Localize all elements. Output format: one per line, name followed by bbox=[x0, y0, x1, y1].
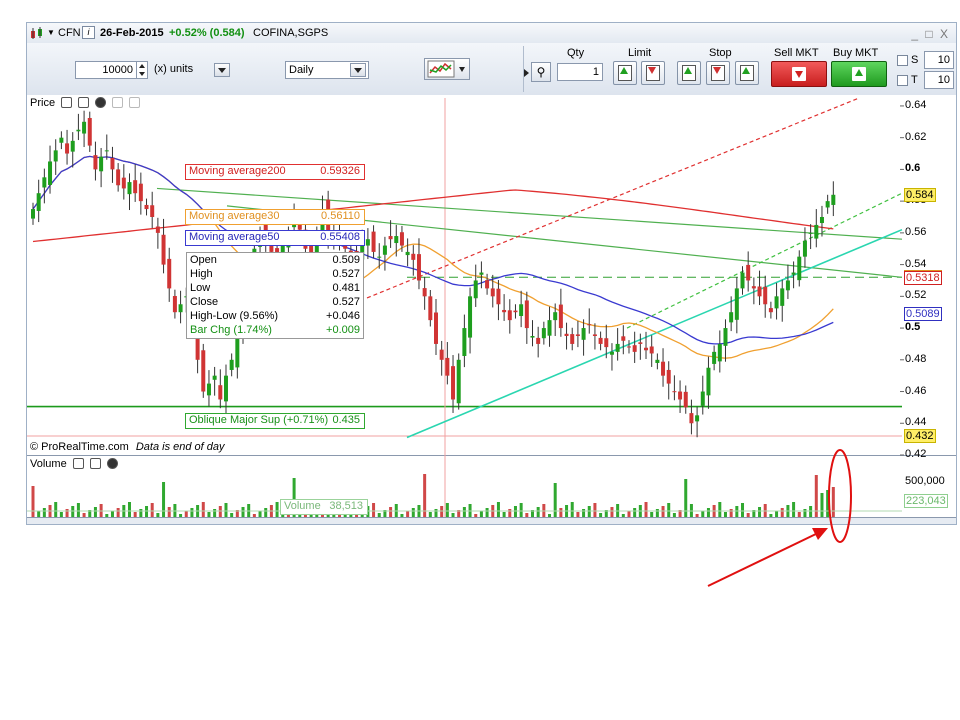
annotation-overlay bbox=[707, 449, 852, 587]
highlight-ellipse bbox=[828, 449, 852, 543]
annotation-arrow bbox=[707, 532, 819, 587]
